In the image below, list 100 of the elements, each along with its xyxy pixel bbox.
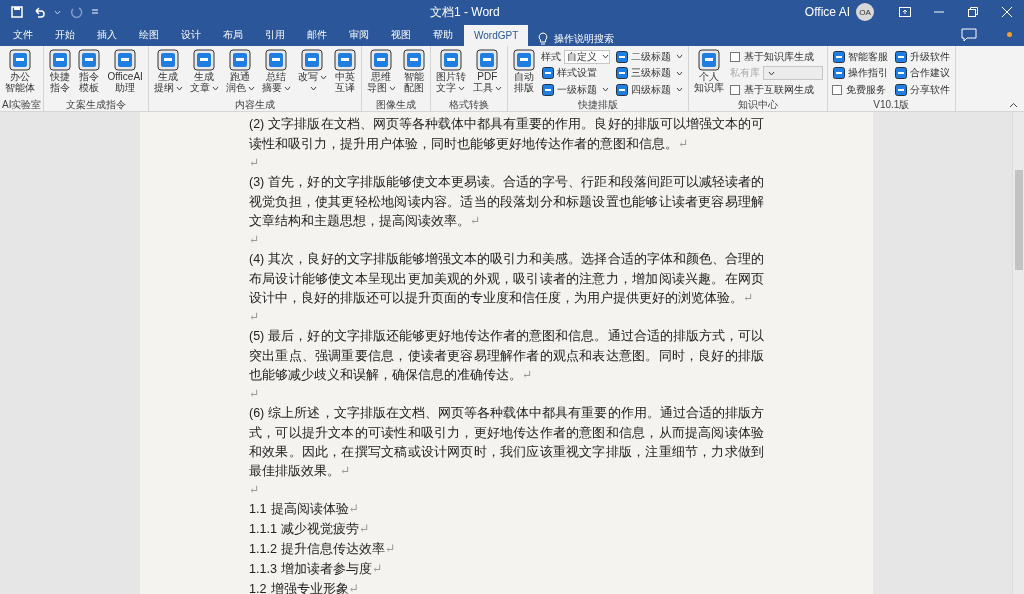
ribbon-button[interactable]: 改写 (296, 49, 328, 93)
ribbon-tab[interactable]: 布局 (212, 24, 254, 46)
tile-icon (832, 50, 845, 63)
tile-icon (541, 83, 554, 96)
ribbon-button[interactable]: 总结 摘要 (260, 49, 292, 93)
ribbon-button[interactable]: 合作建议 (893, 65, 951, 81)
group-label: AI实验室 (2, 99, 42, 111)
ribbon-button[interactable]: 思维 导图 (365, 49, 397, 93)
checkbox-option[interactable]: 基于互联网生成 (729, 82, 823, 97)
checkbox[interactable] (831, 84, 842, 95)
redo-icon (69, 5, 83, 19)
checkbox-option[interactable]: 免费服务 (831, 82, 889, 97)
checkbox[interactable] (729, 51, 740, 62)
notification-dot-icon (1007, 32, 1012, 37)
group-label: 文案生成指令 (65, 99, 128, 111)
ribbon-tab[interactable]: 帮助 (422, 24, 464, 46)
collapse-icon (1009, 102, 1018, 108)
scrollbar[interactable] (1012, 112, 1024, 594)
avatar[interactable]: OA (856, 3, 874, 21)
paragraph: (4) 其次，良好的文字排版能够增强文本的吸引力和美感。选择合适的字体和颜色、合理的布局设计能够使文本呈现出更加美观的外观，吸引读者的注意力，增加阅读兴趣。在网页设计中，良好的排版还可以提升页面的专业度和信任度，为用户提供更好的浏览体验。↵ (249, 250, 764, 307)
ribbon-button[interactable]: 办公 智能体 (4, 49, 36, 93)
paragraph: (2) 文字排版在文档、网页等各种载体中都具有重要的作用。良好的排版可以增强文本的可读性和吸引力，提升用户体验，同时也能够更好地传达作者的意图和信息。↵ (249, 115, 764, 153)
group-label: 快捷排版 (576, 99, 619, 111)
ribbon-button[interactable]: 操作指引 (831, 65, 889, 81)
ribbon-button[interactable]: 分享软件 (893, 82, 951, 97)
tile-icon (333, 49, 356, 71)
ribbon-button[interactable]: 样式设置 (540, 65, 610, 81)
ribbon-button[interactable]: 智能客服 (831, 49, 889, 64)
tile-icon (265, 49, 288, 71)
tile-icon (402, 49, 425, 71)
scroll-thumb[interactable] (1015, 170, 1023, 270)
caret-icon (601, 54, 609, 59)
tile-icon (615, 67, 628, 79)
tile-icon (697, 49, 720, 71)
ribbon-tab[interactable]: 视图 (380, 24, 422, 46)
tile-icon (894, 83, 907, 96)
restore-icon (968, 7, 978, 17)
ribbon-tab[interactable]: 插入 (86, 24, 128, 46)
paragraph-mark: ↵ (249, 308, 261, 326)
customize-icon (91, 8, 99, 16)
ribbon-button[interactable]: OfficeAI 助理 (106, 49, 144, 93)
caret-icon (54, 9, 61, 15)
ribbon-button[interactable]: 三级标题 (614, 65, 684, 81)
group-label: V10.1版 (872, 99, 911, 111)
tile-icon (512, 49, 535, 71)
ribbon-button[interactable]: 图片转 文字 (434, 49, 467, 93)
heading: 1.1.2 提升信息传达效率↵ (249, 540, 397, 558)
ribbon-button[interactable]: 四级标题 (614, 82, 684, 97)
heading: 1.1.1 减少视觉疲劳↵ (249, 520, 371, 538)
tile-icon (439, 49, 462, 71)
tile-icon (114, 49, 137, 71)
ribbon-tab[interactable]: 开始 (44, 24, 86, 46)
ribbon-button[interactable]: 智能 配图 (401, 49, 426, 93)
tile-icon (193, 49, 216, 71)
ribbon-button[interactable]: 二级标题 (614, 49, 684, 64)
heading: 1.1 提高阅读体验↵ (249, 500, 361, 518)
group-label: 图像生成 (374, 99, 417, 111)
ribbon-button[interactable]: 指令 模板 (77, 49, 102, 93)
tile-icon (229, 49, 252, 71)
checkbox[interactable] (729, 84, 740, 95)
ribbon-display-icon (899, 7, 911, 17)
close-icon (1002, 7, 1012, 17)
minimize-icon (934, 11, 944, 13)
ribbon-button[interactable]: 生成 文章 (188, 49, 220, 93)
ribbon-tab[interactable]: 引用 (254, 24, 296, 46)
group-label: 格式转换 (447, 99, 490, 111)
ribbon-button[interactable]: 跑通 润色 (224, 49, 256, 93)
field-label: 私有库 (729, 66, 760, 80)
ribbon-button[interactable]: PDF 工具 (471, 49, 503, 93)
ribbon-tab[interactable]: WordGPT (464, 25, 529, 46)
tile-icon (301, 49, 324, 71)
ribbon-button[interactable]: 自动 排版 (511, 49, 536, 93)
tile-icon (615, 83, 628, 96)
tile-icon (9, 49, 31, 71)
checkbox-option[interactable]: 基于知识库生成 (729, 49, 823, 64)
field-label: 样式 (540, 49, 561, 64)
ribbon-tab[interactable]: 邮件 (296, 24, 338, 46)
caret-icon (767, 70, 775, 76)
save-icon (10, 5, 24, 19)
tile-icon (78, 49, 101, 71)
ribbon-button[interactable]: 个人 知识库 (692, 49, 725, 93)
dropdown-field[interactable]: 自定义 (563, 49, 610, 64)
search-field[interactable]: 操作说明搜索 (538, 32, 615, 46)
ribbon-tab[interactable]: 设计 (170, 24, 212, 46)
heading: 1.1.3 增加读者参与度↵ (249, 560, 384, 578)
tile-icon (157, 49, 180, 71)
paragraph-mark: ↵ (249, 481, 261, 499)
ribbon-button[interactable]: 一级标题 (540, 82, 610, 97)
tile-icon (49, 49, 72, 71)
ribbon-button[interactable]: 生成 提纲 (152, 49, 184, 93)
ribbon-button[interactable]: 升级软件 (893, 49, 951, 64)
ribbon-button[interactable]: 快捷 指令 (48, 49, 73, 93)
ribbon-tab[interactable]: 审阅 (338, 24, 380, 46)
paragraph-mark: ↵ (249, 385, 261, 403)
ribbon-tab[interactable]: 绘图 (128, 24, 170, 46)
ribbon-button[interactable]: 中英 互译 (332, 49, 357, 93)
ribbon-tab[interactable]: 文件 (2, 24, 44, 46)
account-name: Office AI (804, 5, 850, 19)
paragraph: (6) 综上所述，文字排版在文档、网页等各种载体中都具有重要的作用。通过合适的排版方式，可以提升文本的可读性和吸引力，更好地传达作者的意图和信息，从而提高阅读体验和效果。因此，在撰写文稿或设计网页时，我们应该重视文字排版，注重细节，力求做到最佳排版效果。↵ (249, 404, 764, 480)
undo-icon (32, 5, 46, 19)
